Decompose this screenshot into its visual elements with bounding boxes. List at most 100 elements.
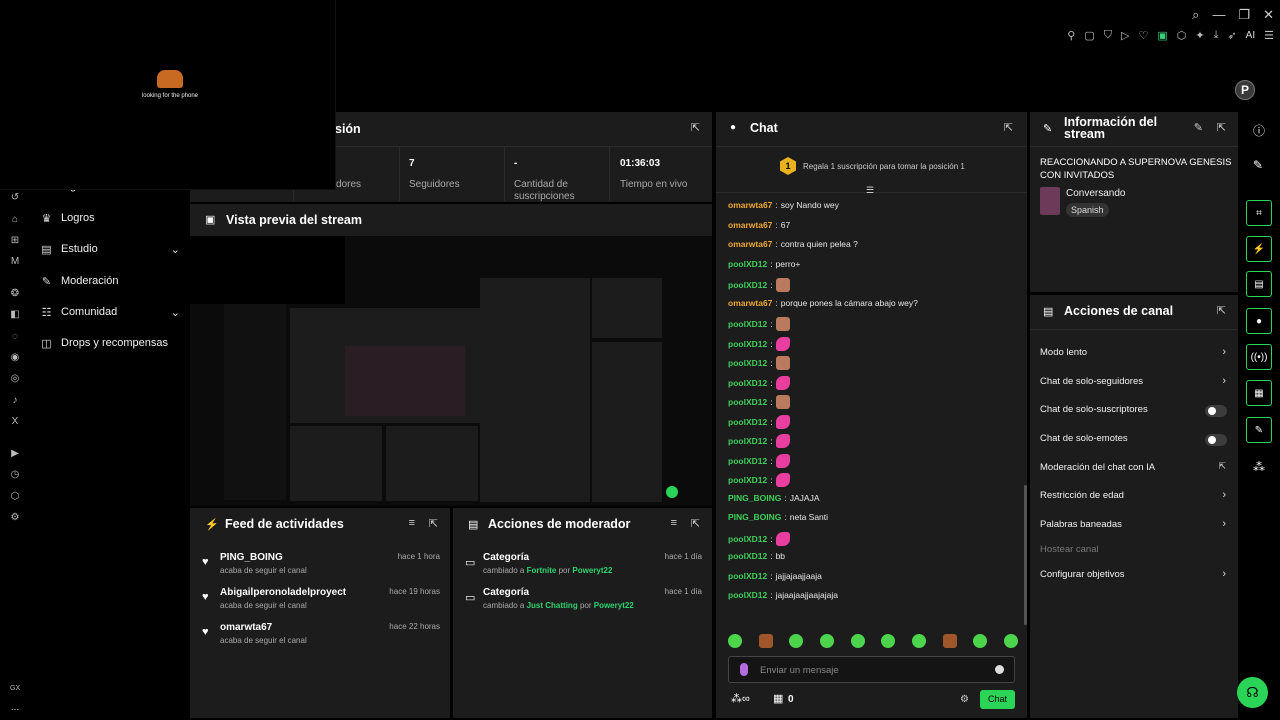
- popout-icon[interactable]: ⇱: [691, 517, 700, 530]
- chat-username[interactable]: poolXD12: [728, 280, 767, 290]
- chat-username[interactable]: poolXD12: [728, 590, 767, 600]
- action-slow-mode[interactable]: Modo lento ›: [1040, 346, 1230, 363]
- wrench-icon[interactable]: ✎: [1246, 417, 1272, 443]
- chat-settings-icon[interactable]: ⚙: [960, 694, 969, 705]
- chat-scrollbar[interactable]: [1024, 485, 1027, 625]
- action-age-restriction[interactable]: Restricción de edad ›: [1040, 489, 1230, 506]
- edit-icon[interactable]: ✎: [1194, 121, 1203, 134]
- popout-icon[interactable]: ⇱: [1217, 121, 1226, 134]
- extension-puzzle-icon[interactable]: ✦: [1195, 29, 1204, 42]
- restore-icon[interactable]: ❐: [1238, 7, 1250, 23]
- shield-icon[interactable]: ⛉: [1104, 29, 1112, 42]
- picture-in-picture-window[interactable]: looking for the phone: [0, 0, 336, 190]
- pinned-toggle-icon[interactable]: ☰: [866, 185, 874, 196]
- mic-icon[interactable]: [740, 663, 748, 676]
- gift-banner-text[interactable]: Regala 1 suscripción para tomar la posic…: [803, 162, 965, 171]
- chat-username[interactable]: poolXD12: [728, 339, 767, 349]
- pin-icon[interactable]: ⚲: [1067, 29, 1075, 42]
- subscribers-only-toggle[interactable]: [1205, 405, 1227, 417]
- more-icon[interactable]: ...: [9, 702, 21, 714]
- chat-username[interactable]: poolXD12: [728, 417, 767, 427]
- popout-icon[interactable]: ⇱: [1004, 121, 1013, 134]
- popout-icon[interactable]: ⇱: [1217, 304, 1226, 317]
- menu-icon[interactable]: ☰: [1264, 29, 1274, 42]
- ai-label[interactable]: AI: [1246, 30, 1255, 41]
- emote-icon[interactable]: [789, 634, 804, 648]
- gift-icon[interactable]: ▦: [773, 692, 783, 705]
- chat-username[interactable]: poolXD12: [728, 456, 767, 466]
- cube-icon[interactable]: ⬡: [9, 491, 21, 503]
- twitch-glitch-icon[interactable]: ◧: [9, 309, 21, 321]
- add-widget-icon[interactable]: ⁂: [1253, 460, 1265, 474]
- document-icon[interactable]: ▤: [1246, 271, 1272, 297]
- settings-icon[interactable]: ⚙: [9, 512, 21, 524]
- emote-icon[interactable]: [758, 634, 773, 648]
- emotes-only-toggle[interactable]: [1205, 434, 1227, 446]
- search-icon[interactable]: ⌕: [1192, 7, 1199, 23]
- lightning-icon[interactable]: ⚡: [1246, 236, 1272, 262]
- close-icon[interactable]: ✕: [1263, 7, 1274, 23]
- x-icon[interactable]: X: [9, 416, 21, 428]
- sidebar-item-moderacion[interactable]: ✎ Moderación: [40, 271, 180, 291]
- sidebar-item-logros[interactable]: ♛ Logros: [40, 208, 180, 228]
- heart-icon[interactable]: ♡: [1138, 29, 1148, 42]
- send-icon[interactable]: ➶: [1227, 29, 1236, 42]
- chat-username[interactable]: poolXD12: [728, 571, 767, 581]
- community-points-icon[interactable]: ⁂∞: [731, 692, 750, 705]
- stream-preview[interactable]: [190, 236, 712, 506]
- info-icon[interactable]: ⓘ: [1253, 122, 1265, 139]
- emote-icon[interactable]: [911, 634, 926, 648]
- chat-username[interactable]: PING_BOING: [728, 493, 781, 503]
- player-icon[interactable]: ▶: [9, 448, 21, 460]
- kick-extension-icon[interactable]: ▣: [1157, 29, 1167, 42]
- edit-icon[interactable]: ✎: [1253, 158, 1263, 172]
- extensions-icon[interactable]: ⬡: [1177, 29, 1187, 42]
- chat-send-button[interactable]: Chat: [980, 690, 1015, 709]
- emote-icon[interactable]: [881, 634, 896, 648]
- popout-icon[interactable]: ⇱: [429, 517, 438, 530]
- discord-icon[interactable]: ◉: [9, 352, 21, 364]
- history-icon[interactable]: ↺: [9, 192, 21, 204]
- broadcast-icon[interactable]: ((•)): [1246, 344, 1272, 370]
- emote-icon[interactable]: [942, 634, 957, 648]
- chat-username[interactable]: poolXD12: [728, 259, 767, 269]
- whatsapp-icon[interactable]: ◌: [9, 331, 21, 343]
- emote-icon[interactable]: [819, 634, 834, 648]
- chat-username[interactable]: poolXD12: [728, 319, 767, 329]
- chat-username[interactable]: omarwta67: [728, 239, 772, 249]
- category-name[interactable]: Conversando: [1066, 188, 1125, 199]
- sidebar-item-comunidad[interactable]: ☷ Comunidad ⌄: [40, 302, 180, 322]
- action-followers-only[interactable]: Chat de solo-seguidores ›: [1040, 375, 1230, 392]
- profile-avatar[interactable]: P: [1235, 80, 1255, 100]
- snapshot-icon[interactable]: ▢: [1084, 29, 1094, 42]
- chat-input[interactable]: Enviar un mensaje: [728, 656, 1015, 683]
- chat-username[interactable]: poolXD12: [728, 534, 767, 544]
- minimize-icon[interactable]: —: [1212, 7, 1225, 23]
- clock-icon[interactable]: ◷: [9, 469, 21, 481]
- m-app-icon[interactable]: M: [9, 256, 21, 268]
- tiktok-icon[interactable]: ♪: [9, 395, 21, 407]
- chat-icon[interactable]: ●: [1246, 308, 1272, 334]
- filter-icon[interactable]: ≡: [671, 517, 677, 529]
- instagram-icon[interactable]: ◎: [9, 373, 21, 385]
- emote-icon[interactable]: [1003, 634, 1018, 648]
- emote-icon[interactable]: [850, 634, 865, 648]
- chatgpt-icon[interactable]: ❂: [9, 288, 21, 300]
- action-configure-goals[interactable]: Configurar objetivos ›: [1040, 568, 1230, 585]
- chat-username[interactable]: poolXD12: [728, 358, 767, 368]
- chat-username[interactable]: PING_BOING: [728, 512, 781, 522]
- help-button[interactable]: ☊: [1237, 677, 1268, 708]
- filter-icon[interactable]: ≡: [409, 517, 415, 529]
- sidebar-item-estudio[interactable]: ▤ Estudio ⌄: [40, 239, 180, 259]
- sidebar-item-drops[interactable]: ◫ Drops y recompensas: [40, 333, 180, 353]
- stream-manager-icon[interactable]: ▦: [1246, 380, 1272, 406]
- emote-icon[interactable]: [728, 634, 742, 648]
- popout-icon[interactable]: ⇱: [691, 121, 700, 134]
- gx-label[interactable]: GX: [10, 685, 20, 692]
- chat-username[interactable]: omarwta67: [728, 220, 772, 230]
- action-banned-words[interactable]: Palabras baneadas ›: [1040, 518, 1230, 535]
- chat-username[interactable]: poolXD12: [728, 397, 767, 407]
- chat-username[interactable]: poolXD12: [728, 551, 767, 561]
- twitch-icon[interactable]: ⊞: [9, 235, 21, 247]
- emote-icon[interactable]: [973, 634, 988, 648]
